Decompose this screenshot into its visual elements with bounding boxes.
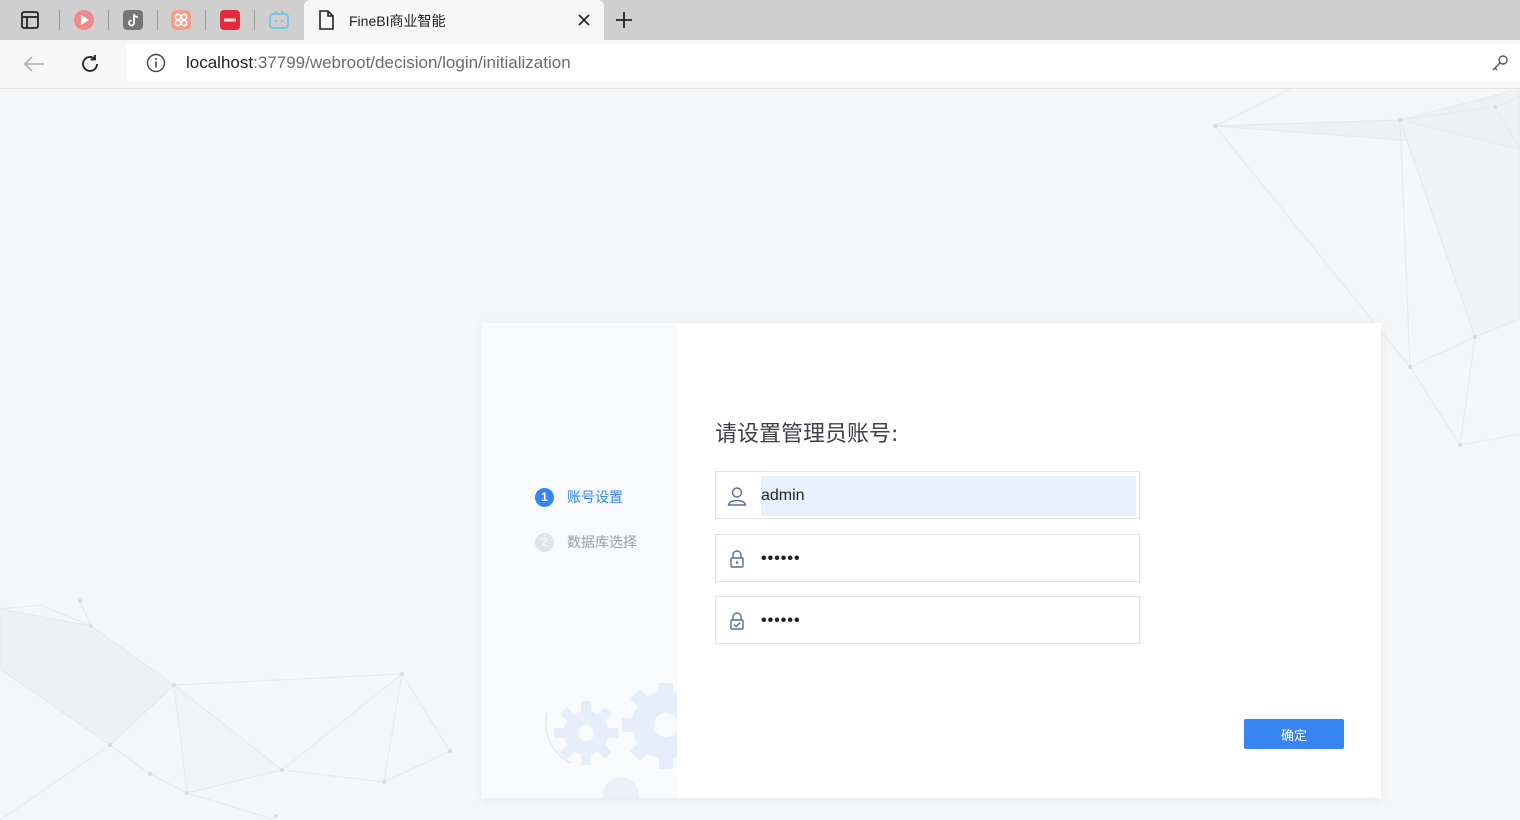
- step-label: 数据库选择: [567, 535, 637, 551]
- new-tab-icon[interactable]: [612, 8, 636, 32]
- url-input[interactable]: localhost:37799/webroot/decision/login/i…: [126, 44, 1520, 82]
- step-number: 2: [535, 532, 554, 552]
- tab-title: FineBI商业智能: [349, 13, 446, 29]
- site-info-icon[interactable]: [146, 53, 166, 77]
- username-field[interactable]: admin: [715, 471, 1140, 519]
- key-icon[interactable]: [1490, 53, 1510, 77]
- gears-icon: [545, 683, 677, 798]
- step-label: 账号设置: [567, 490, 623, 506]
- step-account-settings: 1 账号设置: [535, 487, 623, 507]
- password-value: ••••••: [761, 550, 801, 567]
- lock-icon: [726, 548, 748, 570]
- pinned-tab-tiktok-icon[interactable]: [121, 8, 145, 32]
- confirm-password-value: ••••••: [761, 612, 801, 629]
- back-arrow-icon[interactable]: [22, 52, 46, 76]
- user-icon: [726, 485, 748, 507]
- pinned-tab-apps-icon[interactable]: [169, 8, 193, 32]
- lock-check-icon: [726, 610, 748, 632]
- url-text: localhost:37799/webroot/decision/login/i…: [186, 53, 571, 72]
- tab-close-icon[interactable]: [574, 10, 594, 30]
- password-field[interactable]: ••••••: [715, 534, 1140, 582]
- page-content: 1 账号设置 2 数据库选择 请设置管理员账号: admin •••••• ••…: [0, 89, 1520, 820]
- step-number: 1: [535, 487, 554, 507]
- confirm-button[interactable]: 确定: [1244, 719, 1344, 749]
- address-bar: localhost:37799/webroot/decision/login/i…: [0, 40, 1520, 89]
- tab-finebi[interactable]: FineBI商业智能: [304, 0, 604, 40]
- form-title: 请设置管理员账号:: [715, 422, 899, 447]
- pinned-tab-video-icon[interactable]: [72, 8, 96, 32]
- tab-bar: FineBI商业智能: [0, 0, 1520, 40]
- document-icon: [318, 10, 334, 34]
- confirm-password-field[interactable]: ••••••: [715, 596, 1140, 644]
- reload-icon[interactable]: [78, 52, 102, 76]
- pinned-tab-xiaohongshu-icon[interactable]: [218, 8, 242, 32]
- username-value: admin: [761, 476, 1136, 516]
- tab-actions-icon[interactable]: [18, 8, 42, 32]
- step-database-selection: 2 数据库选择: [535, 532, 637, 552]
- setup-card: 1 账号设置 2 数据库选择 请设置管理员账号: admin •••••• ••…: [481, 323, 1381, 798]
- wizard-sidebar: 1 账号设置 2 数据库选择: [481, 323, 677, 798]
- pinned-tab-bilibili-icon[interactable]: [267, 8, 291, 32]
